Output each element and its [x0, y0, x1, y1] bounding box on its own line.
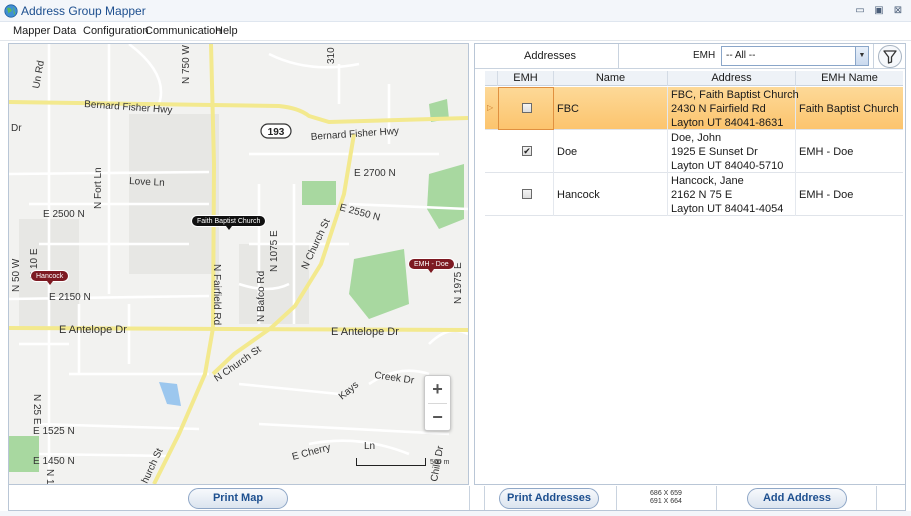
map-canvas[interactable]: 193 Un Rd N 750 W 310 Bernard Fisher Hwy… — [9, 44, 468, 484]
toolbar-divider — [873, 44, 874, 69]
street-label: E 2150 N — [49, 292, 91, 303]
addresses-panel: Addresses EMH -- All -- ▼ EMH Name Addre… — [474, 43, 906, 485]
street-label: N Fairfield Rd — [211, 264, 222, 325]
cell-name[interactable]: Hancock — [554, 173, 668, 216]
chevron-down-icon[interactable]: ▼ — [855, 47, 868, 65]
route-193-label: 193 — [268, 127, 285, 138]
print-addresses-button[interactable]: Print Addresses — [499, 488, 599, 509]
menu-mapper[interactable]: Mapper — [13, 25, 50, 37]
cell-name[interactable]: Doe — [554, 130, 668, 173]
street-label: E 1525 N — [33, 426, 75, 437]
map-scale-label: 500 m — [430, 459, 450, 466]
funnel-icon — [883, 50, 897, 64]
window-title: Address Group Mapper — [21, 4, 146, 18]
cell-emh — [485, 173, 554, 216]
cell-name[interactable]: FBC — [554, 87, 668, 130]
street-label: E Antelope Dr — [331, 326, 399, 338]
app-globe-icon — [4, 4, 18, 18]
street-label: E Antelope Dr — [59, 324, 127, 336]
street-label: N 1075 E — [269, 230, 280, 272]
street-label: N 1975 E — [453, 262, 464, 304]
cell-address[interactable]: Hancock, Jane 2162 N 75 E Layton UT 8404… — [668, 173, 796, 216]
addresses-title: Addresses — [524, 50, 576, 62]
emh-filter-select[interactable]: -- All -- ▼ — [721, 46, 869, 66]
status-divider — [716, 486, 717, 510]
minimize-button[interactable]: ▭ — [854, 5, 866, 16]
map-view[interactable]: 193 Un Rd N 750 W 310 Bernard Fisher Hwy… — [8, 43, 469, 485]
street-label: N Bafco Rd — [256, 271, 267, 322]
grid-header: EMH Name Address EMH Name — [485, 71, 903, 86]
panel-dimensions-readout: 686 X 659 691 X 664 — [650, 490, 682, 505]
street-label: N 750 W — [181, 45, 192, 84]
column-header-emh-name[interactable]: EMH Name — [796, 71, 903, 86]
table-row[interactable]: ✔ Doe Doe, John 1925 E Sunset Dr Layton … — [485, 130, 903, 173]
column-header-name[interactable]: Name — [554, 71, 668, 86]
column-header-address[interactable]: Address — [668, 71, 796, 86]
menu-data[interactable]: Data — [53, 25, 76, 37]
menu-bar: Mapper Data Configuration Communication … — [0, 22, 911, 41]
print-map-button[interactable]: Print Map — [188, 488, 288, 509]
toolbar-divider — [618, 44, 619, 69]
window-bottom-edge — [0, 511, 911, 516]
street-label: N 125 E — [44, 469, 55, 484]
emh-checkbox[interactable] — [522, 103, 532, 113]
cell-emh-name[interactable]: EMH - Doe — [796, 173, 903, 216]
map-scale-bar — [356, 458, 426, 466]
row-indicator-icon: ▷ — [487, 103, 494, 112]
street-label: E 2500 N — [43, 209, 85, 220]
cell-emh — [485, 130, 554, 173]
street-label: Love Ln — [129, 176, 165, 189]
row-indicator-header — [485, 71, 498, 86]
column-header-emh[interactable]: EMH — [498, 71, 554, 86]
status-divider — [876, 486, 877, 510]
table-row[interactable]: Hancock Hancock, Jane 2162 N 75 E Layton… — [485, 173, 903, 216]
street-label: N 50 W — [11, 258, 22, 292]
status-divider — [616, 486, 617, 510]
zoom-in-button[interactable]: + — [425, 376, 450, 403]
addresses-toolbar: Addresses EMH -- All -- ▼ — [475, 44, 905, 69]
emh-filter-label: EMH — [693, 50, 716, 61]
map-pin-faith-baptist-church[interactable]: Faith Baptist Church — [191, 215, 267, 230]
menu-configuration[interactable]: Configuration — [83, 25, 148, 37]
street-label: N 25 E — [31, 394, 42, 425]
emh-filter-value: -- All -- — [726, 50, 756, 61]
close-button[interactable]: ⊠ — [892, 5, 904, 16]
map-pin-hancock[interactable]: Hancock — [30, 270, 70, 285]
street-label: E 1450 N — [33, 456, 75, 467]
street-label: Ln — [364, 441, 375, 452]
add-address-button[interactable]: Add Address — [747, 488, 847, 509]
menu-communication[interactable]: Communication — [145, 25, 221, 37]
cell-address[interactable]: Doe, John 1925 E Sunset Dr Layton UT 840… — [668, 130, 796, 173]
restore-button[interactable]: ▣ — [873, 5, 885, 16]
cell-address[interactable]: FBC, Faith Baptist Church 2430 N Fairfie… — [668, 87, 799, 130]
cell-emh-name[interactable]: Faith Baptist Church — [796, 87, 903, 130]
street-label: Dr — [11, 123, 22, 134]
street-label: N Fort Ln — [93, 167, 104, 209]
title-bar: Address Group Mapper ▭ ▣ ⊠ — [0, 0, 911, 22]
cell-emh-name[interactable]: EMH - Doe — [796, 130, 903, 173]
zoom-control: + − — [424, 375, 451, 431]
status-divider — [469, 486, 470, 510]
zoom-out-button[interactable]: − — [425, 404, 450, 431]
table-row[interactable]: ▷ FBC FBC, Faith Baptist Church 2430 N F… — [485, 87, 903, 130]
filter-button[interactable] — [878, 45, 902, 68]
street-label: E 2700 N — [354, 168, 396, 179]
menu-help[interactable]: Help — [215, 25, 238, 37]
street-label: 310 — [326, 47, 337, 64]
map-pin-emh-doe[interactable]: EMH - Doe — [408, 258, 455, 273]
status-divider — [484, 486, 485, 510]
